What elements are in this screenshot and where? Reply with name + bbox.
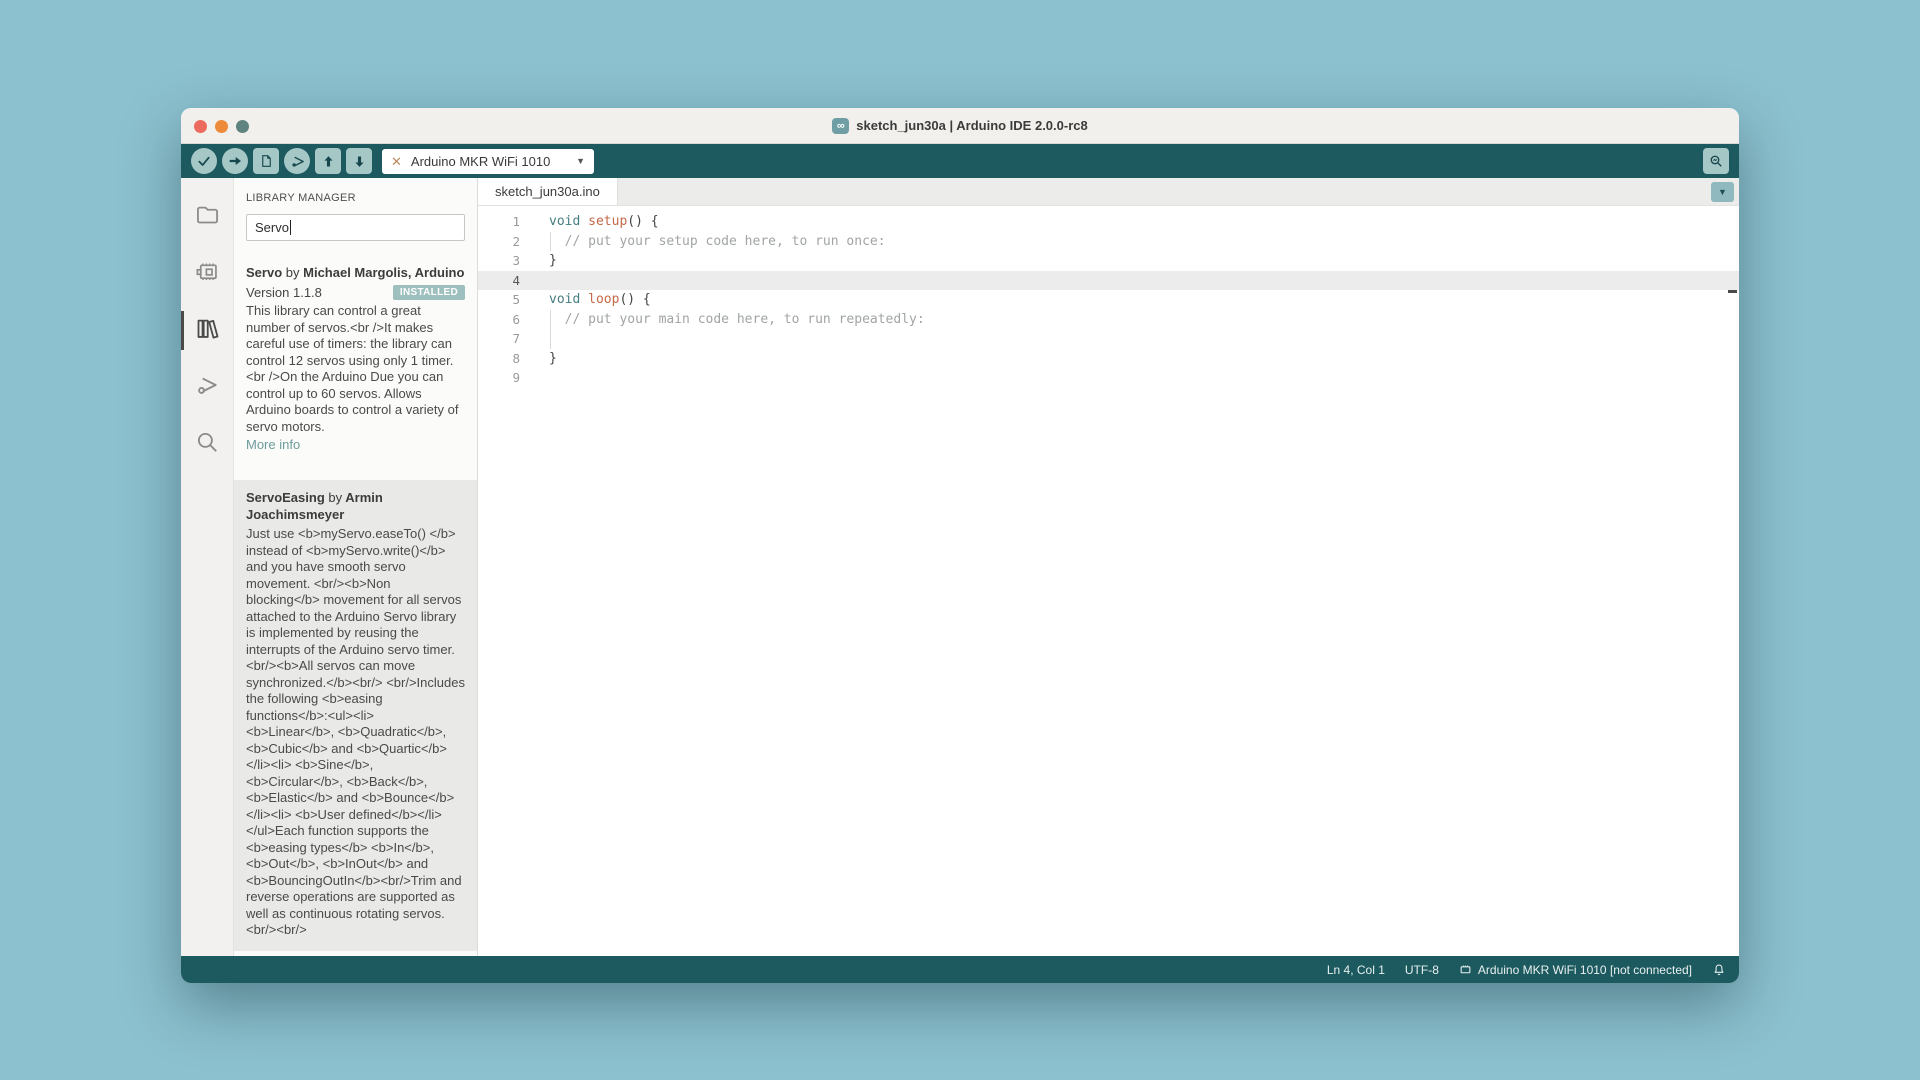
text-cursor — [290, 220, 291, 235]
zoom-window-button[interactable] — [236, 120, 249, 133]
debug-button[interactable] — [284, 148, 310, 174]
line-number: 5 — [478, 290, 520, 310]
panel-title: LIBRARY MANAGER — [246, 192, 465, 204]
chevron-down-icon: ▼ — [1718, 187, 1727, 197]
code-line-3[interactable]: 3} — [478, 251, 1739, 271]
installed-badge: INSTALLED — [393, 285, 465, 300]
code-line-9[interactable]: 9 — [478, 368, 1739, 388]
line-number: 3 — [478, 251, 520, 271]
search-icon — [194, 429, 220, 460]
scrollbar-marker — [1728, 290, 1737, 293]
more-info-link[interactable]: More info — [246, 437, 465, 452]
tab-options-button[interactable]: ▼ — [1711, 182, 1734, 202]
board-icon — [1459, 963, 1472, 976]
library-entry-title: ServoEasing by Armin Joachimsmeyer — [246, 489, 465, 523]
status-bar: Ln 4, Col 1 UTF-8 Arduino MKR WiFi 1010 … — [181, 956, 1739, 983]
library-entry-servoeasing[interactable]: ServoEasing by Armin Joachimsmeyer Just … — [234, 480, 477, 951]
toolbar: ✕ Arduino MKR WiFi 1010 ▼ — [181, 144, 1739, 178]
window-title: sketch_jun30a | Arduino IDE 2.0.0-rc8 — [856, 118, 1087, 133]
board-selector-dropdown[interactable]: ✕ Arduino MKR WiFi 1010 ▼ — [382, 149, 594, 174]
search-input-value: Servo — [255, 220, 289, 235]
debugger-icon — [194, 372, 220, 403]
library-entry-servo[interactable]: Servo by Michael Margolis, Arduino Versi… — [234, 255, 477, 464]
code-text: // put your setup code here, to run once… — [549, 232, 886, 252]
line-number: 4 — [478, 271, 520, 291]
title-bar[interactable]: ∞ sketch_jun30a | Arduino IDE 2.0.0-rc8 — [181, 108, 1739, 144]
board-selector-label: Arduino MKR WiFi 1010 — [411, 154, 567, 169]
line-number: 8 — [478, 349, 520, 369]
code-line-7[interactable]: 7 — [478, 329, 1739, 349]
activity-bar — [181, 178, 234, 956]
new-sketch-button[interactable] — [253, 148, 279, 174]
close-window-button[interactable] — [194, 120, 207, 133]
boards-manager-icon — [194, 258, 221, 290]
sidebar-item-boards-manager[interactable] — [181, 245, 233, 302]
code-line-1[interactable]: 1 void setup() { — [478, 212, 1739, 232]
open-button[interactable] — [315, 148, 341, 174]
library-description: Just use <b>myServo.easeTo() </b> instea… — [246, 526, 465, 939]
arrow-right-icon — [227, 153, 243, 169]
verify-check-icon — [196, 153, 212, 169]
serial-monitor-icon — [1708, 153, 1724, 169]
code-line-8[interactable]: 8} — [478, 349, 1739, 369]
serial-monitor-button[interactable] — [1703, 148, 1729, 174]
window-title-group: ∞ sketch_jun30a | Arduino IDE 2.0.0-rc8 — [832, 118, 1087, 134]
verify-button[interactable] — [191, 148, 217, 174]
library-version: Version 1.1.8 — [246, 285, 322, 300]
sidebar-item-sketchbook[interactable] — [181, 188, 233, 245]
editor-area: sketch_jun30a.ino ▼ 1void setup() {2 // … — [478, 178, 1739, 956]
document-icon — [259, 153, 274, 169]
code-text: } — [549, 251, 557, 271]
code-editor[interactable]: 1void setup() {2 // put your setup code … — [478, 206, 1739, 956]
arduino-ide-window: ∞ sketch_jun30a | Arduino IDE 2.0.0-rc8 — [181, 108, 1739, 983]
sidebar-item-library-manager[interactable] — [181, 302, 233, 359]
upload-button[interactable] — [222, 148, 248, 174]
code-text: void setup() { — [549, 212, 659, 232]
library-search-input[interactable]: Servo — [246, 214, 465, 241]
save-button[interactable] — [346, 148, 372, 174]
code-line-5[interactable]: 5 void loop() { — [478, 290, 1739, 310]
line-number: 2 — [478, 232, 520, 252]
code-line-4[interactable]: 4 — [478, 271, 1739, 291]
cursor-position-status[interactable]: Ln 4, Col 1 — [1327, 963, 1385, 977]
sketch-document-icon: ∞ — [832, 118, 849, 134]
library-manager-icon — [194, 315, 221, 347]
sidebar-item-search[interactable] — [181, 416, 233, 473]
minimize-window-button[interactable] — [215, 120, 228, 133]
board-connection-status[interactable]: Arduino MKR WiFi 1010 [not connected] — [1459, 963, 1692, 977]
notifications-bell-icon[interactable] — [1712, 963, 1726, 977]
line-number: 6 — [478, 310, 520, 330]
tab-sketch-jun30a[interactable]: sketch_jun30a.ino — [478, 178, 618, 205]
debug-bug-icon — [289, 153, 306, 170]
library-entry-title: Servo by Michael Margolis, Arduino — [246, 264, 465, 281]
main-area: LIBRARY MANAGER Servo Servo by Michael M… — [181, 178, 1739, 956]
library-list: Servo by Michael Margolis, Arduino Versi… — [234, 255, 477, 956]
code-line-2[interactable]: 2 // put your setup code here, to run on… — [478, 232, 1739, 252]
sketchbook-folder-icon — [194, 201, 221, 233]
chevron-down-icon: ▼ — [576, 156, 585, 166]
editor-tab-bar: sketch_jun30a.ino ▼ — [478, 178, 1739, 206]
library-manager-panel: LIBRARY MANAGER Servo Servo by Michael M… — [234, 178, 478, 956]
library-description: This library can control a great number … — [246, 303, 465, 435]
arrow-down-icon — [352, 154, 367, 169]
line-number: 1 — [478, 212, 520, 232]
code-text: // put your main code here, to run repea… — [549, 310, 925, 330]
code-text: void loop() { — [549, 290, 651, 310]
encoding-status[interactable]: UTF-8 — [1405, 963, 1439, 977]
line-number: 9 — [478, 368, 520, 388]
arrow-up-icon — [321, 154, 336, 169]
sidebar-item-debugger[interactable] — [181, 359, 233, 416]
code-line-6[interactable]: 6 // put your main code here, to run rep… — [478, 310, 1739, 330]
code-text: } — [549, 349, 557, 369]
traffic-lights — [194, 120, 249, 133]
deselect-board-icon[interactable]: ✕ — [391, 155, 402, 168]
line-number: 7 — [478, 329, 520, 349]
